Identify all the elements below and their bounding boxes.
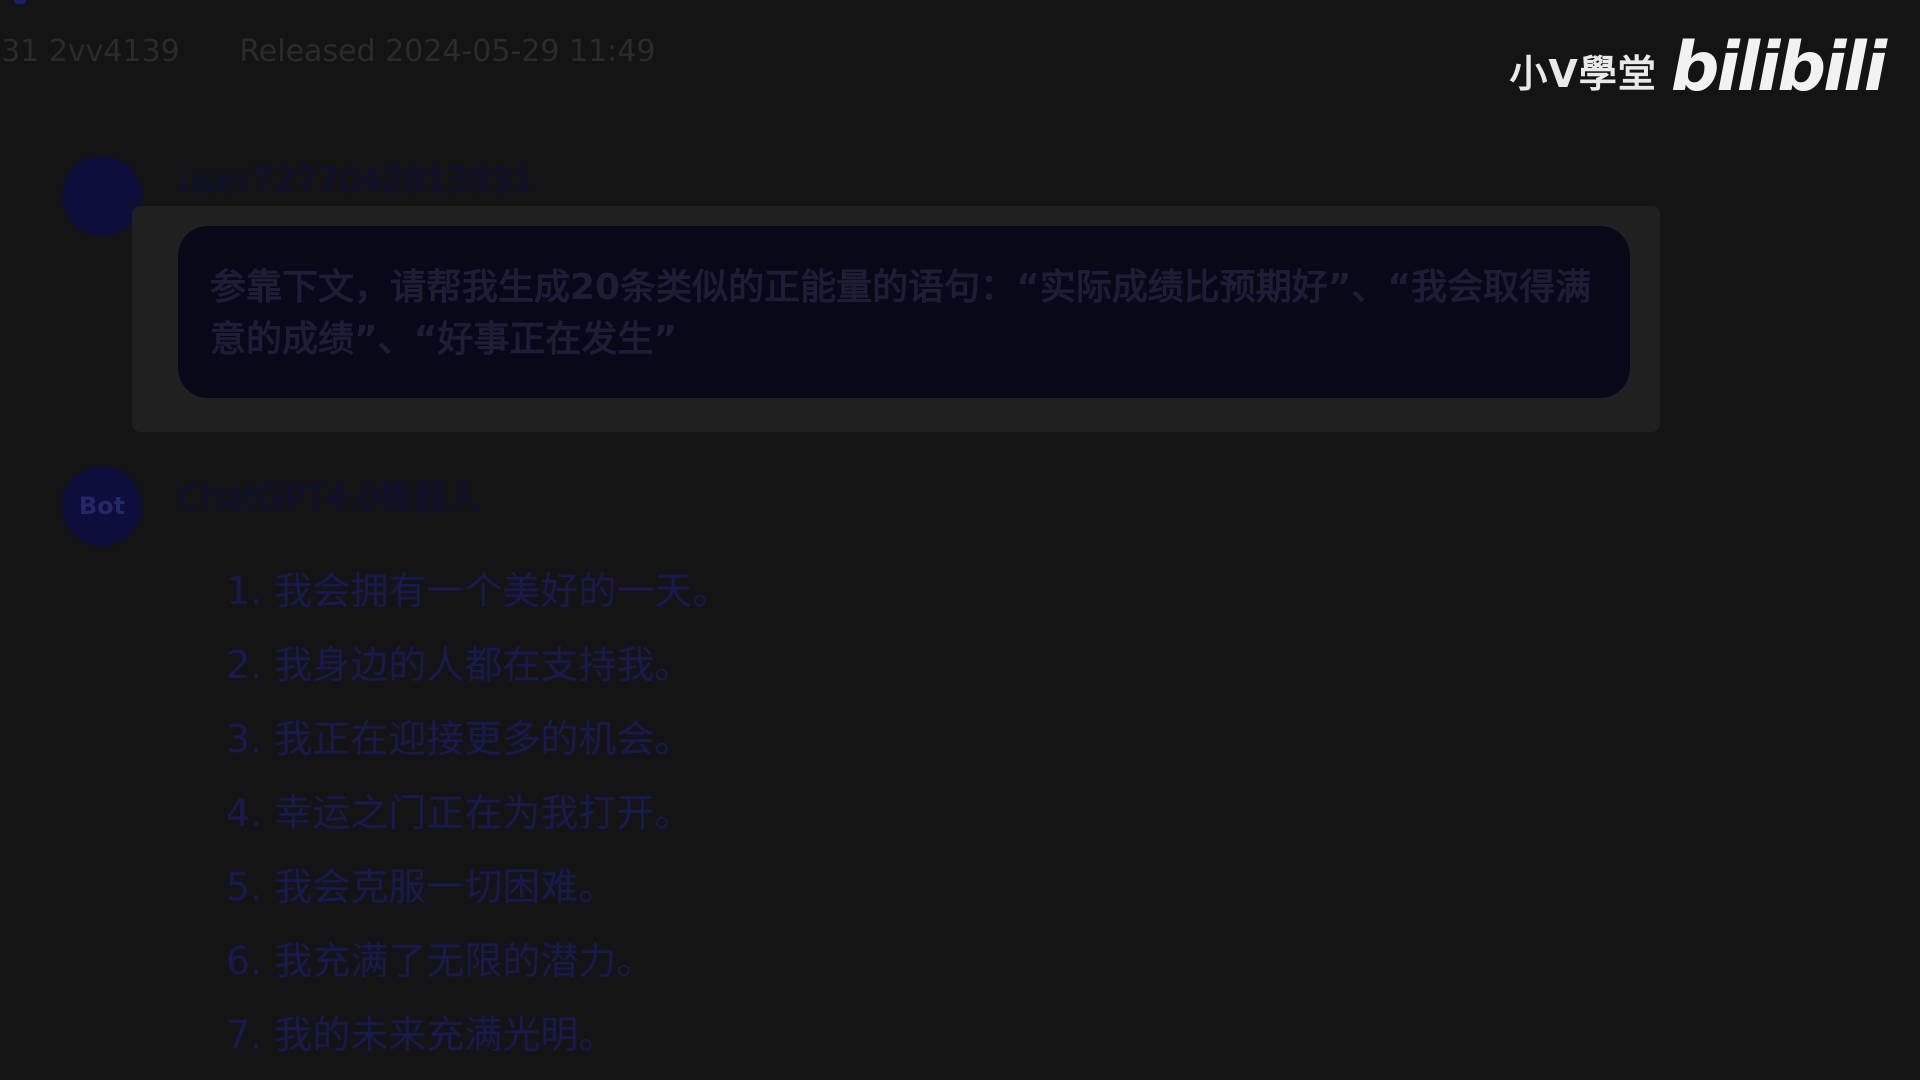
user-name: user7277042813931 [178,161,534,201]
bot-reply-list: 1. 我会拥有一个美好的一天。 2. 我身边的人都在支持我。 3. 我正在迎接更… [226,566,730,1080]
bot-name: ChatGPT4.0機器人 [178,478,482,518]
user-avatar[interactable] [62,156,142,236]
bilibili-logo: bilibili [1670,28,1887,107]
chat-page: 931 2vv4139 Released 2024-05-29 11:49 小V… [0,0,1920,1080]
user-message-bubble[interactable]: 参靠下文，请帮我生成20条类似的正能量的语句：“实际成绩比预期好”、“我会取得满… [178,226,1630,398]
top-indicator [14,0,26,4]
list-item: 7. 我的未来充满光明。 [226,1013,617,1057]
release-date: Released 2024-05-29 11:49 [239,34,656,69]
list-item: 4. 幸运之门正在为我打开。 [226,791,693,835]
bot-id: 931 [0,34,40,69]
bot-revision: 2vv4139 [48,34,180,69]
list-item: 3. 我正在迎接更多的机会。 [226,717,693,761]
watermark-text: 小V學堂 [1509,52,1657,96]
list-item: 2. 我身边的人都在支持我。 [226,643,693,687]
bilibili-watermark: 小V學堂 bilibili [1509,28,1887,107]
list-item: 6. 我充满了无限的潜力。 [226,939,655,983]
list-item: 1. 我会拥有一个美好的一天。 [226,569,731,613]
bot-meta-line: 931 2vv4139 Released 2024-05-29 11:49 [0,34,655,69]
bot-avatar[interactable]: Bot [62,466,142,546]
list-item: 5. 我会克服一切困难。 [226,865,617,909]
